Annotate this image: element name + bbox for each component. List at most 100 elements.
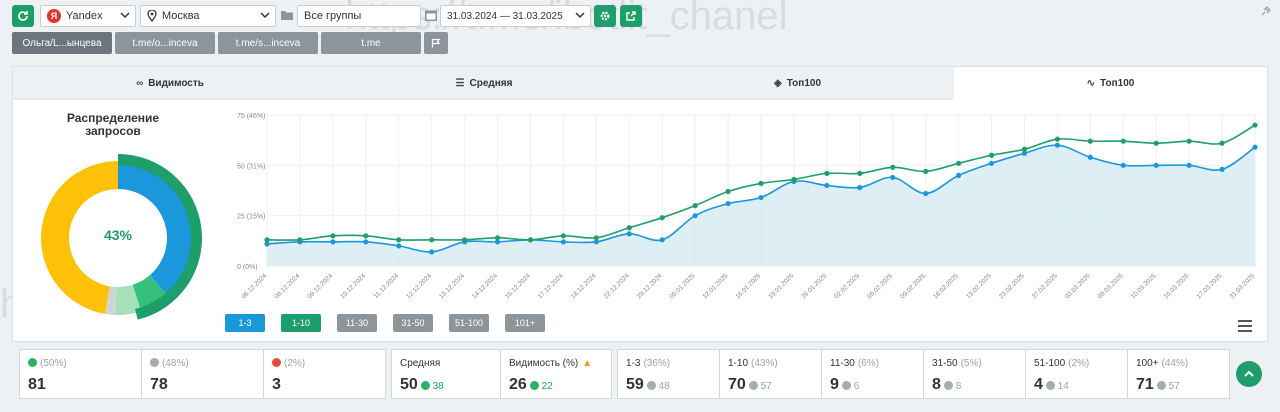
tab-average[interactable]: ☰ Средняя: [327, 67, 641, 100]
data-point-1-10[interactable]: [1186, 138, 1192, 144]
range-value: 9: [830, 376, 839, 393]
data-point-1-10[interactable]: [1252, 122, 1258, 128]
data-point-1-3[interactable]: [560, 239, 566, 245]
arrow-icon: [1045, 381, 1055, 390]
arrow-up-icon: [420, 381, 430, 390]
flag-button[interactable]: [424, 32, 448, 54]
data-point-1-10[interactable]: [725, 188, 731, 195]
data-point-1-10[interactable]: [758, 180, 764, 187]
data-point-1-10[interactable]: [956, 160, 962, 166]
x-tick-label: 16.03.2025: [1163, 272, 1191, 300]
export-button[interactable]: [620, 5, 642, 27]
data-point-1-10[interactable]: [560, 233, 566, 239]
range-prev: 57: [760, 381, 772, 392]
data-point-1-10[interactable]: [1120, 138, 1126, 144]
data-point-1-3[interactable]: [1252, 144, 1258, 150]
tab-top100-chart[interactable]: ∿ Топ100: [954, 67, 1267, 100]
engine-select[interactable]: Я Yandex: [40, 5, 136, 27]
data-point-1-10[interactable]: [494, 235, 501, 241]
data-point-1-10[interactable]: [429, 237, 435, 243]
data-point-1-3[interactable]: [692, 213, 698, 219]
legend-item-31-50[interactable]: 31-50: [393, 314, 433, 332]
x-tick-label: 09.02.2025: [899, 272, 927, 300]
tag-item[interactable]: t.me/o...inceva: [115, 32, 215, 54]
data-point-1-3[interactable]: [956, 172, 962, 178]
chart-menu-button[interactable]: [1238, 320, 1252, 332]
data-point-1-3[interactable]: [725, 200, 731, 207]
stat-range-1-10: 1-10 (43%) 70 57: [720, 350, 822, 398]
data-point-1-10[interactable]: [593, 235, 599, 241]
date-range-select[interactable]: 31.03.2024 — 31.03.2025: [440, 5, 591, 27]
data-point-1-3[interactable]: [1087, 154, 1093, 160]
data-point-1-3[interactable]: [330, 239, 336, 245]
region-select[interactable]: Москва: [140, 5, 276, 27]
data-point-1-10[interactable]: [659, 215, 665, 221]
arrow-icon: [1156, 381, 1166, 390]
legend-item-51-100[interactable]: 51-100: [449, 314, 489, 332]
data-point-1-10[interactable]: [527, 237, 534, 243]
tag-item[interactable]: Ольга/L...ынцева: [12, 32, 112, 54]
refresh-button[interactable]: [12, 5, 34, 27]
data-point-1-10[interactable]: [1219, 140, 1225, 146]
tab-label: Топ100: [786, 78, 821, 89]
data-point-1-3[interactable]: [758, 194, 764, 201]
engine-select-value: Yandex: [66, 10, 103, 22]
data-point-1-10[interactable]: [791, 176, 797, 183]
data-point-1-3[interactable]: [1120, 162, 1126, 168]
data-point-1-3[interactable]: [626, 231, 632, 237]
legend-item-1-10[interactable]: 1-10: [281, 314, 321, 332]
data-point-1-10[interactable]: [462, 237, 468, 243]
data-point-1-3[interactable]: [857, 184, 863, 191]
tag-item[interactable]: t.me: [321, 32, 421, 54]
data-point-1-10[interactable]: [824, 170, 830, 176]
arrow-down-icon: [272, 358, 281, 367]
data-point-1-3[interactable]: [890, 174, 896, 181]
data-point-1-10[interactable]: [1087, 138, 1093, 144]
range-value: 70: [728, 376, 746, 393]
legend-item-11-30[interactable]: 11-30: [337, 314, 377, 332]
data-point-1-3[interactable]: [1219, 166, 1225, 172]
data-point-1-10[interactable]: [1054, 136, 1060, 142]
scroll-top-button[interactable]: [1236, 361, 1262, 387]
tab-top100-layers[interactable]: ◈ Топ100: [641, 67, 954, 100]
legend-item-101+[interactable]: 101+: [505, 314, 545, 332]
data-point-1-10[interactable]: [692, 203, 698, 209]
y-tick-label: 50 (31%): [237, 163, 265, 170]
data-point-1-3[interactable]: [1186, 162, 1192, 168]
data-point-1-10[interactable]: [330, 233, 336, 239]
data-point-1-10[interactable]: [988, 152, 995, 158]
data-point-1-10[interactable]: [1021, 146, 1028, 152]
data-point-1-10[interactable]: [923, 168, 929, 174]
range-label: 31-50: [932, 358, 958, 369]
warning-icon[interactable]: ▲: [582, 358, 592, 369]
data-point-1-3[interactable]: [396, 243, 402, 249]
pin-icon[interactable]: [1260, 5, 1272, 17]
group-select[interactable]: Все группы: [297, 5, 421, 27]
tab-visibility[interactable]: ∞ Видимость: [13, 67, 327, 100]
settings-button[interactable]: [594, 5, 616, 27]
data-point-1-10[interactable]: [857, 170, 863, 176]
toolbar: Я Yandex Москва Все группы 31.03.2024 — …: [12, 5, 1272, 29]
data-point-1-10[interactable]: [396, 237, 402, 243]
range-prev: 8: [955, 381, 962, 392]
data-point-1-10[interactable]: [363, 233, 369, 239]
data-point-1-3[interactable]: [923, 190, 929, 197]
data-point-1-10[interactable]: [626, 225, 632, 231]
layers-icon: ◈: [773, 78, 782, 89]
data-point-1-10[interactable]: [264, 237, 270, 243]
calendar-icon: [425, 10, 437, 21]
tag-item[interactable]: t.me/s...inceva: [218, 32, 318, 54]
data-point-1-3[interactable]: [988, 160, 995, 166]
data-point-1-3[interactable]: [1054, 142, 1060, 148]
data-point-1-10[interactable]: [297, 237, 303, 243]
data-point-1-3[interactable]: [1153, 162, 1159, 168]
data-point-1-3[interactable]: [824, 182, 830, 189]
data-point-1-10[interactable]: [1153, 140, 1159, 146]
donut-center-value: 43%: [103, 227, 133, 243]
data-point-1-3[interactable]: [429, 249, 435, 255]
data-point-1-3[interactable]: [659, 237, 665, 243]
stat-range-51-100: 51-100 (2%) 4 14: [1026, 350, 1128, 398]
data-point-1-3[interactable]: [363, 239, 369, 245]
legend-item-1-3[interactable]: 1-3: [225, 314, 265, 332]
data-point-1-10[interactable]: [890, 164, 896, 170]
